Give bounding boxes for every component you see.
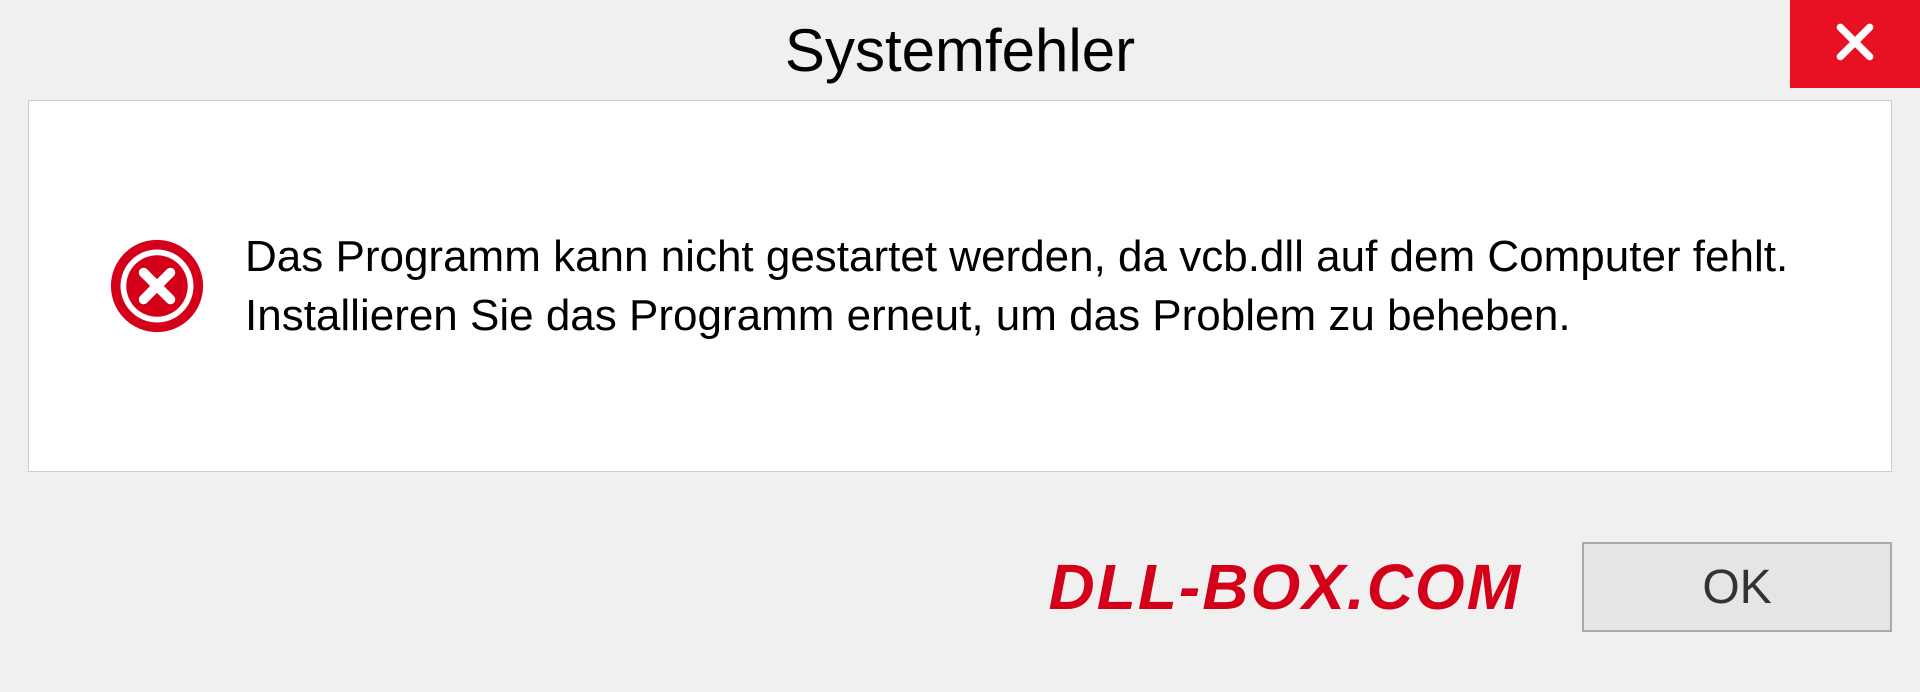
bottom-bar: DLL-BOX.COM OK xyxy=(0,502,1920,692)
ok-button[interactable]: OK xyxy=(1582,542,1892,632)
content-area: Das Programm kann nicht gestartet werden… xyxy=(28,100,1892,472)
title-bar: Systemfehler xyxy=(0,0,1920,100)
error-icon xyxy=(109,238,205,334)
error-dialog: Systemfehler Das Programm kann nicht ges… xyxy=(0,0,1920,692)
close-icon xyxy=(1833,20,1877,69)
close-button[interactable] xyxy=(1790,0,1920,88)
dialog-title: Systemfehler xyxy=(785,16,1135,85)
error-message: Das Programm kann nicht gestartet werden… xyxy=(245,227,1851,346)
watermark-text: DLL-BOX.COM xyxy=(1049,550,1523,624)
